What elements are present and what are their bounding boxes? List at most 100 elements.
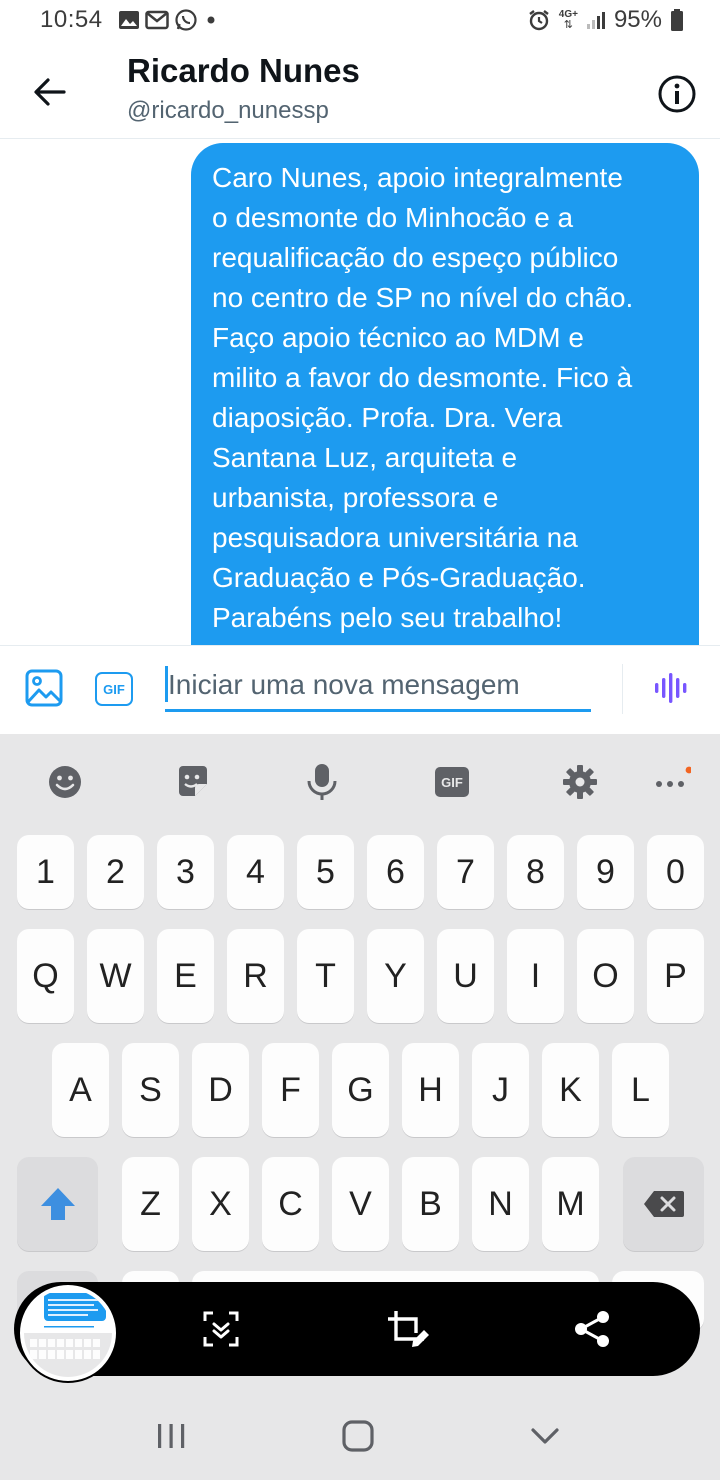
key-c[interactable]: C <box>262 1157 319 1251</box>
voice-message-button[interactable] <box>652 669 690 707</box>
info-button[interactable] <box>656 73 698 115</box>
key-g[interactable]: G <box>332 1043 389 1137</box>
divider <box>622 664 623 714</box>
key-3[interactable]: 3 <box>157 835 214 909</box>
backspace-icon <box>643 1191 684 1217</box>
key-w[interactable]: W <box>87 929 144 1023</box>
more-horizontal-icon <box>656 766 691 787</box>
sent-message-bubble[interactable]: Caro Nunes, apoio integralmente o desmon… <box>191 143 699 703</box>
key-7[interactable]: 7 <box>437 835 494 909</box>
key-q[interactable]: Q <box>17 929 74 1023</box>
share-button[interactable] <box>572 1309 612 1349</box>
key-a[interactable]: A <box>52 1043 109 1137</box>
message-line: pesquisadora universitária na <box>212 522 578 553</box>
whatsapp-icon <box>175 9 197 31</box>
gmail-icon <box>145 10 169 30</box>
voice-wave-icon <box>655 673 687 703</box>
key-0[interactable]: 0 <box>647 835 704 909</box>
message-line: milito a favor do desmonte. Fico à <box>212 362 633 393</box>
screenshot-toolbar <box>14 1282 700 1381</box>
arrow-left-icon <box>34 78 66 106</box>
screenshot-preview-icon <box>24 1289 112 1377</box>
key-i[interactable]: I <box>507 929 564 1023</box>
key-1[interactable]: 1 <box>17 835 74 909</box>
notification-icons <box>118 8 219 32</box>
more-options-button[interactable] <box>651 762 691 802</box>
key-n[interactable]: N <box>472 1157 529 1251</box>
add-media-button[interactable] <box>25 669 63 707</box>
info-icon <box>658 75 696 113</box>
status-time: 10:54 <box>40 6 103 33</box>
scroll-capture-button[interactable] <box>201 1309 241 1349</box>
key-5[interactable]: 5 <box>297 835 354 909</box>
microphone-icon <box>307 764 337 800</box>
sticker-icon <box>179 766 207 796</box>
key-o[interactable]: O <box>577 929 634 1023</box>
share-icon <box>575 1311 609 1347</box>
key-s[interactable]: S <box>122 1043 179 1137</box>
keyboard-settings-button[interactable] <box>560 762 600 802</box>
message-composer: GIF <box>0 645 720 735</box>
message-line: Parabéns pelo seu trabalho! <box>212 602 563 633</box>
voice-input-button[interactable] <box>302 762 342 802</box>
crop-edit-button[interactable] <box>386 1309 429 1349</box>
status-right: 4G+ ⇅ 95% <box>527 6 684 34</box>
emoji-icon <box>49 766 81 798</box>
home-button[interactable] <box>338 1416 378 1456</box>
message-input[interactable] <box>165 660 591 712</box>
key-y[interactable]: Y <box>367 929 424 1023</box>
status-bar: 10:54 4G+ ⇅ 95% <box>0 0 720 42</box>
keyboard-gif-button[interactable]: GIF <box>432 762 472 802</box>
key-x[interactable]: X <box>192 1157 249 1251</box>
key-p[interactable]: P <box>647 929 704 1023</box>
key-j[interactable]: J <box>472 1043 529 1137</box>
screenshot-thumbnail[interactable] <box>20 1285 116 1381</box>
dot-icon <box>207 16 215 24</box>
key-9[interactable]: 9 <box>577 835 634 909</box>
recent-apps-icon <box>158 1424 185 1448</box>
gear-icon <box>563 765 597 799</box>
key-m[interactable]: M <box>542 1157 599 1251</box>
key-f[interactable]: F <box>262 1043 319 1137</box>
message-line: diaposição. Profa. Dra. Vera <box>212 402 563 433</box>
signal-icon <box>586 12 605 29</box>
key-e[interactable]: E <box>157 929 214 1023</box>
message-line: no centro de SP no nível do chão. <box>212 282 634 313</box>
crop-edit-icon <box>388 1311 429 1347</box>
battery-percent: 95% <box>613 6 662 33</box>
back-button[interactable] <box>28 70 72 114</box>
key-z[interactable]: Z <box>122 1157 179 1251</box>
key-b[interactable]: B <box>402 1157 459 1251</box>
sticker-button[interactable] <box>173 762 213 802</box>
system-navigation-bar <box>0 1390 720 1480</box>
chevron-down-icon <box>531 1428 559 1444</box>
key-h[interactable]: H <box>402 1043 459 1137</box>
scroll-capture-icon <box>203 1311 239 1347</box>
key-l[interactable]: L <box>612 1043 669 1137</box>
key-8[interactable]: 8 <box>507 835 564 909</box>
key-t[interactable]: T <box>297 929 354 1023</box>
key-d[interactable]: D <box>192 1043 249 1137</box>
key-v[interactable]: V <box>332 1157 389 1251</box>
key-r[interactable]: R <box>227 929 284 1023</box>
shift-key[interactable] <box>17 1157 98 1251</box>
key-6[interactable]: 6 <box>367 835 424 909</box>
back-nav-button[interactable] <box>525 1416 565 1456</box>
key-4[interactable]: 4 <box>227 835 284 909</box>
contact-name[interactable]: Ricardo Nunes <box>127 52 360 90</box>
message-line: Faço apoio técnico ao MDM e <box>212 322 584 353</box>
shift-arrow-icon <box>40 1188 75 1220</box>
image-icon <box>119 11 139 29</box>
message-line: urbanista, professora e <box>212 482 499 513</box>
contact-handle[interactable]: @ricardo_nunessp <box>127 97 329 125</box>
message-line: Santana Luz, arquiteta e <box>212 442 518 473</box>
key-u[interactable]: U <box>437 929 494 1023</box>
message-line: o desmonte do Minhocão e a <box>212 202 574 233</box>
gif-button[interactable]: GIF <box>95 672 133 706</box>
network-indicator: 4G+ ⇅ <box>558 9 578 31</box>
key-k[interactable]: K <box>542 1043 599 1137</box>
key-2[interactable]: 2 <box>87 835 144 909</box>
recent-apps-button[interactable] <box>151 1416 191 1456</box>
emoji-button[interactable] <box>45 762 85 802</box>
backspace-key[interactable] <box>623 1157 704 1251</box>
